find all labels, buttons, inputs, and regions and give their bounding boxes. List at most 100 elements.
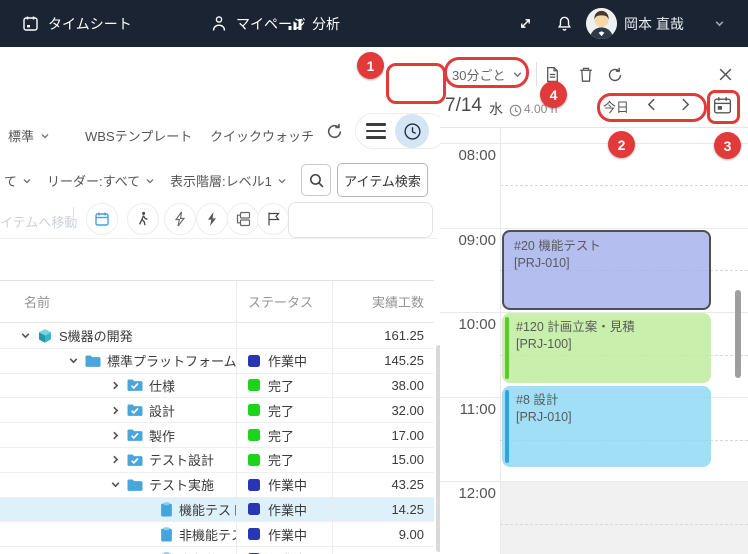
expand-button[interactable] bbox=[517, 0, 534, 47]
close-button[interactable] bbox=[718, 67, 733, 82]
user-name[interactable]: 岡本 直哉 bbox=[624, 0, 684, 47]
next-day-button[interactable] bbox=[679, 97, 692, 112]
wbs-template-button[interactable]: WBSテンプレート bbox=[85, 126, 192, 145]
bell-icon bbox=[556, 15, 573, 33]
task-icon bbox=[160, 502, 173, 517]
table-row[interactable]: 非機能テスト 作業中 9.00 bbox=[0, 522, 434, 547]
column-header-name[interactable]: 名前 bbox=[0, 281, 237, 322]
chevron-right-icon[interactable] bbox=[110, 405, 121, 416]
hour-line bbox=[440, 481, 748, 482]
nav-label: 分析 bbox=[312, 14, 340, 34]
row-hours: 14.25 bbox=[333, 498, 434, 522]
table-header: 名前 ステータス 実績工数 bbox=[0, 280, 434, 323]
today-button[interactable]: 今日 bbox=[603, 97, 629, 116]
half-hour-line bbox=[500, 524, 748, 525]
delete-button[interactable] bbox=[578, 66, 594, 83]
nav-item-analytics[interactable]: 分析 bbox=[287, 0, 340, 47]
event-project: [PRJ-010] bbox=[516, 409, 701, 426]
row-hours: 32.00 bbox=[333, 398, 434, 422]
user-menu-chevron-icon[interactable] bbox=[714, 0, 725, 47]
folder-check-icon bbox=[127, 428, 143, 442]
calendar-event[interactable]: #120 計画立案・見積 [PRJ-100] bbox=[502, 313, 711, 383]
time-label: 10:00 bbox=[440, 316, 496, 333]
assignee-icon-button[interactable] bbox=[127, 203, 159, 235]
folder-icon bbox=[85, 354, 101, 368]
chevron-down-icon[interactable] bbox=[68, 355, 79, 366]
status-label: 完了 bbox=[268, 450, 294, 469]
status-dot bbox=[248, 528, 260, 540]
view-toggle bbox=[355, 113, 447, 149]
event-project: [PRJ-010] bbox=[514, 255, 699, 272]
table-row[interactable]: 仕様 完了 38.00 bbox=[0, 374, 434, 399]
leader-filter-dropdown[interactable]: リーダー:すべて bbox=[47, 171, 155, 190]
row-hours: 145.25 bbox=[333, 349, 434, 373]
calendar-scrollbar-thumb[interactable] bbox=[735, 290, 741, 378]
half-hour-line bbox=[500, 185, 748, 186]
bolt-filled-icon bbox=[205, 211, 219, 227]
item-search-button[interactable]: アイテム検索 bbox=[337, 163, 428, 197]
small-clock-icon bbox=[509, 104, 522, 117]
bolt-outline-icon bbox=[173, 211, 187, 227]
search-button[interactable] bbox=[301, 164, 331, 196]
table-row[interactable]: 高負荷運用テスト 作業中 3.00 bbox=[0, 547, 434, 554]
close-icon bbox=[718, 67, 733, 82]
chevron-down-icon[interactable] bbox=[20, 330, 31, 341]
list-view-button[interactable] bbox=[366, 123, 386, 138]
total-hours-label: 4.00 h bbox=[524, 102, 557, 116]
bolt-filled-icon-button[interactable] bbox=[196, 203, 228, 235]
preset-dropdown[interactable]: 標準 bbox=[8, 126, 50, 145]
table-row[interactable]: S機器の開発 161.25 bbox=[0, 324, 434, 349]
status-dot bbox=[248, 379, 260, 391]
table-row[interactable]: テスト設計 完了 15.00 bbox=[0, 448, 434, 473]
time-label: 11:00 bbox=[440, 401, 496, 418]
refresh-button[interactable] bbox=[606, 66, 624, 84]
hierarchy-filter-dropdown[interactable]: 表示階層:レベル1 bbox=[170, 171, 287, 190]
table-row[interactable]: 製作 完了 17.00 bbox=[0, 423, 434, 448]
row-hours: 3.00 bbox=[333, 547, 434, 554]
memo-button[interactable] bbox=[545, 66, 560, 83]
user-avatar[interactable] bbox=[586, 8, 617, 39]
row-name: 非機能テスト bbox=[179, 525, 237, 544]
calendar-event-selected[interactable]: #20 機能テスト [PRJ-010] bbox=[502, 230, 711, 310]
chevron-right-icon[interactable] bbox=[110, 380, 121, 391]
status-dot bbox=[248, 355, 260, 367]
calendar-event[interactable]: #8 設計 [PRJ-010] bbox=[502, 386, 711, 467]
row-hours: 15.00 bbox=[333, 448, 434, 472]
interval-dropdown[interactable]: 30分ごと bbox=[452, 65, 523, 84]
project-cube-icon bbox=[37, 328, 53, 344]
refresh-button[interactable] bbox=[325, 122, 344, 141]
table-row-selected[interactable]: 機能テスト 作業中 14.25 bbox=[0, 498, 434, 523]
chevron-right-icon[interactable] bbox=[110, 430, 121, 441]
quick-watch-button[interactable]: クイックウォッチ bbox=[210, 126, 314, 145]
table-row[interactable]: 標準プラットフォーム 作業中 145.25 bbox=[0, 349, 434, 374]
weekday-label: 水 bbox=[489, 99, 503, 119]
status-label: 作業中 bbox=[268, 500, 307, 519]
column-header-hours[interactable]: 実績工数 bbox=[333, 281, 434, 322]
chevron-right-icon[interactable] bbox=[110, 454, 121, 465]
table-row[interactable]: テスト実施 作業中 43.25 bbox=[0, 473, 434, 498]
bolt-outline-icon-button[interactable] bbox=[164, 203, 196, 235]
table-row[interactable]: 設計 完了 32.00 bbox=[0, 398, 434, 423]
chevron-down-icon[interactable] bbox=[110, 479, 121, 490]
clock-view-button[interactable] bbox=[395, 114, 429, 148]
row-name: 標準プラットフォーム bbox=[107, 351, 237, 370]
prev-day-button[interactable] bbox=[645, 97, 658, 112]
nav-item-timesheet[interactable]: タイムシート bbox=[22, 0, 132, 47]
notifications-button[interactable] bbox=[556, 0, 573, 47]
flow-icon-button[interactable] bbox=[227, 203, 259, 235]
row-name: 仕様 bbox=[149, 376, 175, 395]
walking-person-icon bbox=[135, 211, 151, 227]
row-hours: 43.25 bbox=[333, 473, 434, 497]
app-window: タイムシート マイページ 分析 bbox=[0, 0, 748, 554]
flag-icon-button[interactable] bbox=[257, 203, 289, 235]
filter-dropdown-truncated[interactable]: て bbox=[4, 171, 32, 190]
event-title: #8 設計 bbox=[516, 392, 701, 409]
folder-icon bbox=[127, 478, 143, 492]
date-picker-button[interactable] bbox=[712, 95, 733, 116]
refresh-icon bbox=[325, 122, 344, 141]
item-filter-input[interactable] bbox=[288, 202, 433, 238]
person-icon bbox=[211, 15, 227, 32]
schedule-icon-button[interactable] bbox=[86, 203, 118, 235]
divider bbox=[440, 127, 748, 128]
column-header-status[interactable]: ステータス bbox=[237, 281, 333, 322]
